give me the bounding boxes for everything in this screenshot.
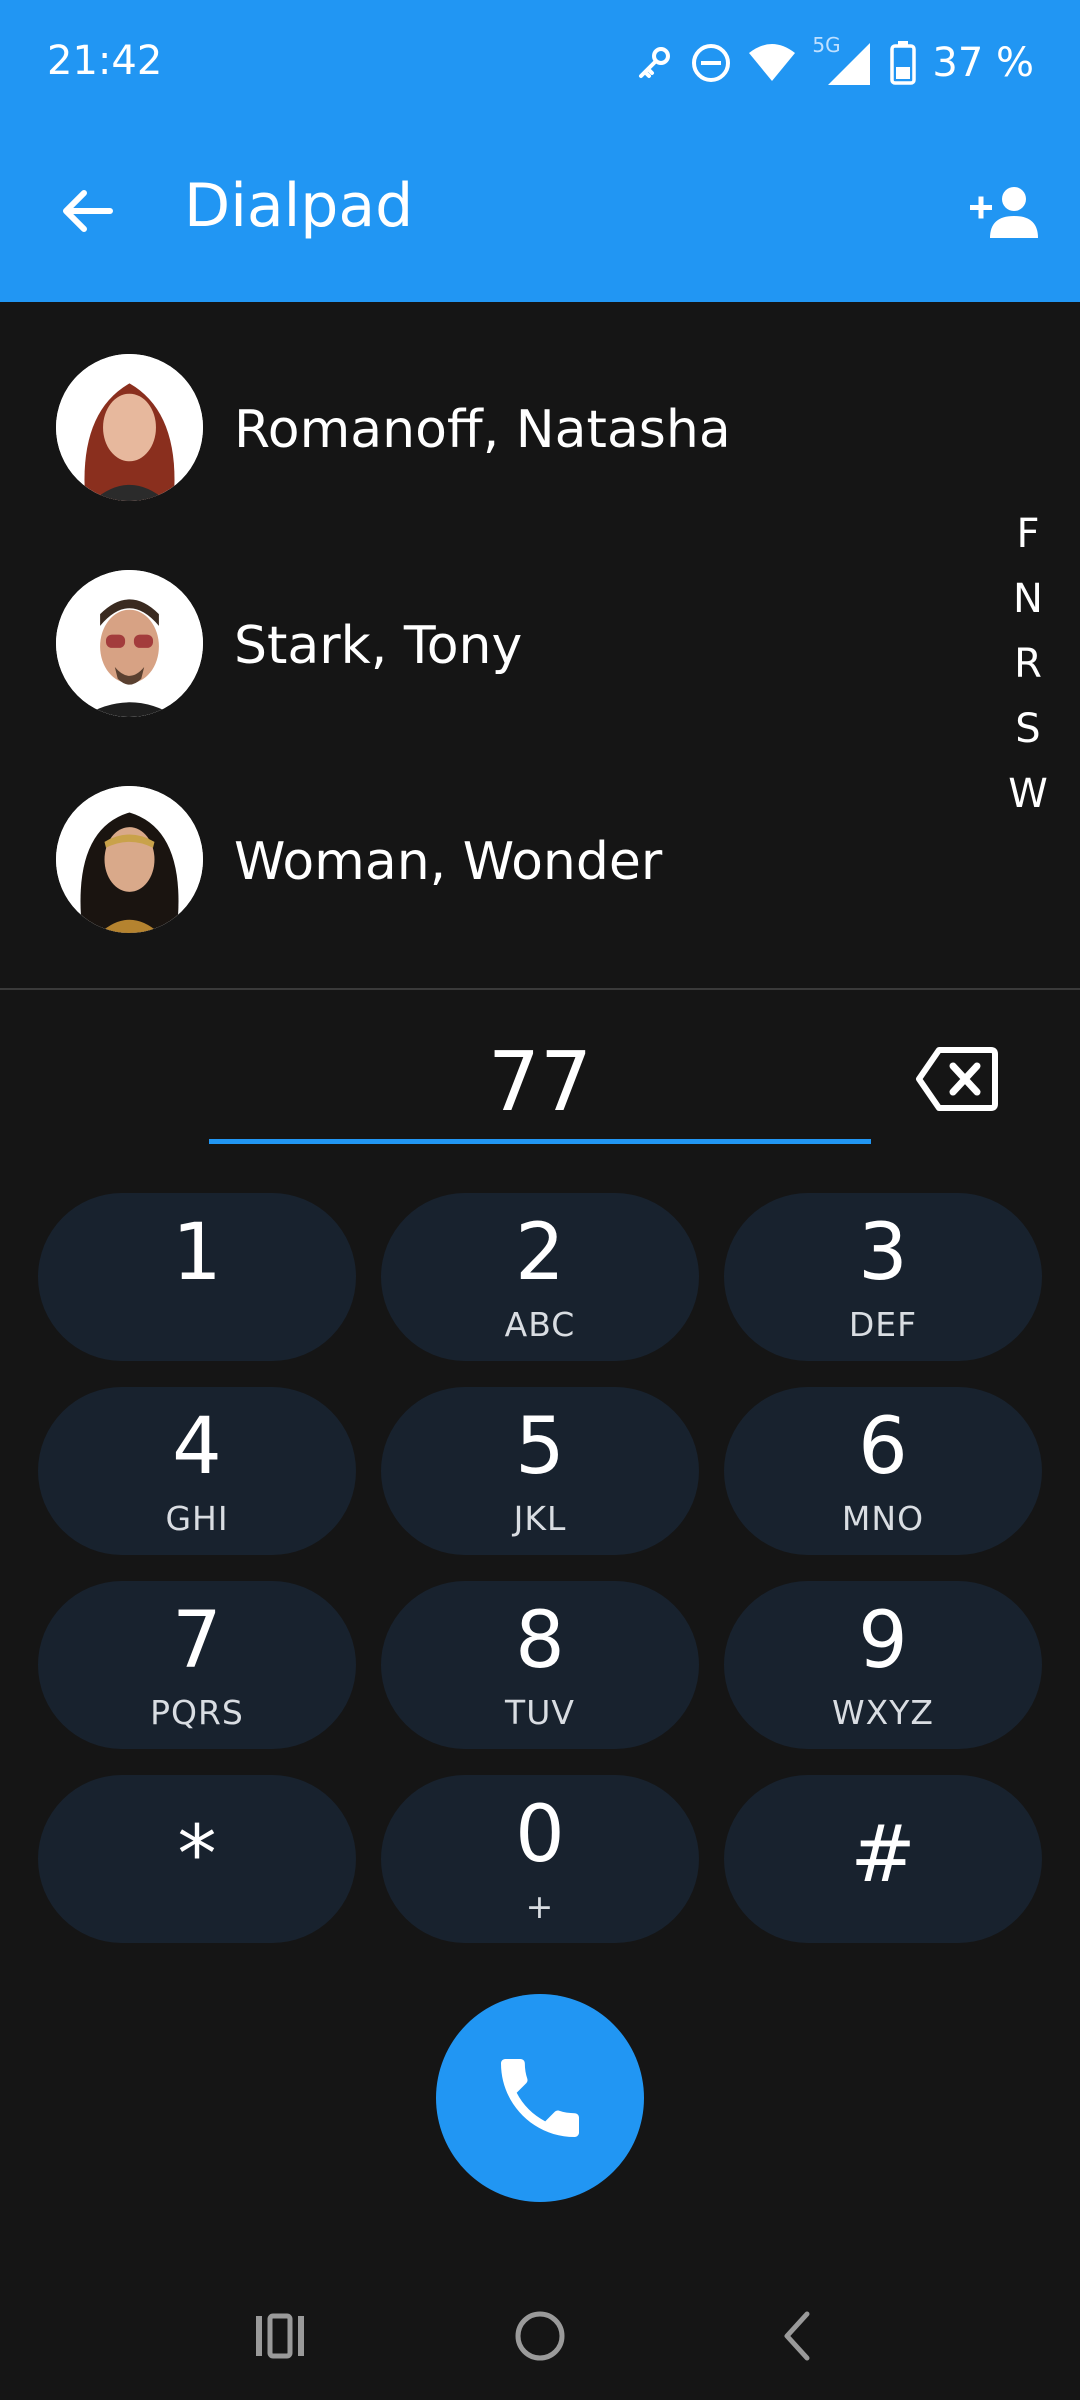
home-icon xyxy=(515,2311,565,2361)
alphabet-index[interactable]: F N R S W xyxy=(998,502,1058,827)
key-hash[interactable]: # xyxy=(724,1775,1042,1943)
arrow-back-icon xyxy=(63,190,113,232)
index-letter[interactable]: R xyxy=(998,632,1058,697)
key-3[interactable]: 3 DEF xyxy=(724,1193,1042,1361)
contact-item[interactable]: Romanoff, Natasha xyxy=(0,302,980,502)
key-digit: 0 xyxy=(515,1790,565,1880)
key-5[interactable]: 5 JKL xyxy=(381,1387,699,1555)
status-bar: 21:42 5G 37 % xyxy=(0,0,1080,125)
key-digit: 7 xyxy=(172,1596,222,1686)
index-letter[interactable]: W xyxy=(998,762,1058,827)
status-time: 21:42 xyxy=(47,38,163,84)
page-title: Dialpad xyxy=(184,171,414,241)
key-letters: TUV xyxy=(505,1693,575,1732)
back-button[interactable] xyxy=(50,175,122,247)
key-7[interactable]: 7 PQRS xyxy=(38,1581,356,1749)
contact-avatar xyxy=(56,354,203,501)
backspace-button[interactable] xyxy=(908,1036,1006,1122)
key-letters: ABC xyxy=(504,1305,576,1344)
key-8[interactable]: 8 TUV xyxy=(381,1581,699,1749)
index-letter[interactable]: F xyxy=(998,502,1058,567)
key-digit: 5 xyxy=(515,1402,565,1492)
contact-item[interactable]: Stark, Tony xyxy=(0,518,980,718)
key-digit: 3 xyxy=(858,1208,908,1298)
contact-list: Romanoff, Natasha Stark, Tony Woman, Won… xyxy=(0,302,1080,988)
back-icon xyxy=(784,2311,810,2361)
key-icon xyxy=(639,47,671,78)
divider xyxy=(0,988,1080,990)
key-digit: 6 xyxy=(858,1402,908,1492)
contact-avatar xyxy=(56,786,203,933)
nav-back-button[interactable] xyxy=(757,2296,837,2376)
wifi-icon xyxy=(749,44,796,81)
recents-button[interactable] xyxy=(240,2296,320,2376)
key-4[interactable]: 4 GHI xyxy=(38,1387,356,1555)
system-nav-bar xyxy=(0,2260,1080,2400)
key-letters: PQRS xyxy=(150,1693,244,1732)
key-digit: 1 xyxy=(172,1208,222,1298)
recents-icon xyxy=(256,2313,304,2359)
contact-name: Stark, Tony xyxy=(234,616,523,676)
key-letters: GHI xyxy=(165,1499,229,1538)
signal-5g-icon: 5G xyxy=(812,33,874,87)
backspace-icon xyxy=(916,1047,998,1111)
key-letters: JKL xyxy=(513,1499,567,1538)
key-letters: MNO xyxy=(841,1499,925,1538)
key-digit: # xyxy=(850,1810,916,1900)
person-add-icon xyxy=(970,187,1038,238)
key-0[interactable]: 0 + xyxy=(381,1775,699,1943)
key-letters: + xyxy=(525,1887,555,1926)
key-letters: DEF xyxy=(848,1305,918,1344)
header: 21:42 5G 37 % Dialpad xyxy=(0,0,1080,302)
key-letters: WXYZ xyxy=(831,1693,934,1732)
key-digit: 8 xyxy=(515,1596,565,1686)
add-contact-button[interactable] xyxy=(960,171,1050,251)
key-digit: 2 xyxy=(515,1208,565,1298)
app-bar: Dialpad xyxy=(0,125,1080,302)
call-button[interactable] xyxy=(436,1994,644,2202)
index-letter[interactable]: S xyxy=(998,697,1058,762)
dial-number-input[interactable]: 77 xyxy=(209,1035,871,1130)
key-star[interactable]: * xyxy=(38,1775,356,1943)
key-9[interactable]: 9 WXYZ xyxy=(724,1581,1042,1749)
home-button[interactable] xyxy=(500,2296,580,2376)
key-6[interactable]: 6 MNO xyxy=(724,1387,1042,1555)
do-not-disturb-icon xyxy=(692,44,731,82)
contact-item[interactable]: Woman, Wonder xyxy=(0,734,980,934)
index-letter[interactable]: N xyxy=(998,567,1058,632)
key-2[interactable]: 2 ABC xyxy=(381,1193,699,1361)
battery-percent: 37 % xyxy=(932,40,1034,86)
key-digit: 9 xyxy=(858,1596,908,1686)
contact-avatar xyxy=(56,570,203,717)
phone-icon xyxy=(501,2059,579,2137)
battery-icon xyxy=(890,41,917,85)
contact-name: Romanoff, Natasha xyxy=(234,400,731,460)
contact-name: Woman, Wonder xyxy=(234,832,663,892)
key-digit: * xyxy=(177,1810,217,1900)
key-1[interactable]: 1 xyxy=(38,1193,356,1361)
status-icons: 5G 37 % xyxy=(634,33,1034,90)
key-digit: 4 xyxy=(172,1402,222,1492)
input-underline xyxy=(209,1139,871,1144)
